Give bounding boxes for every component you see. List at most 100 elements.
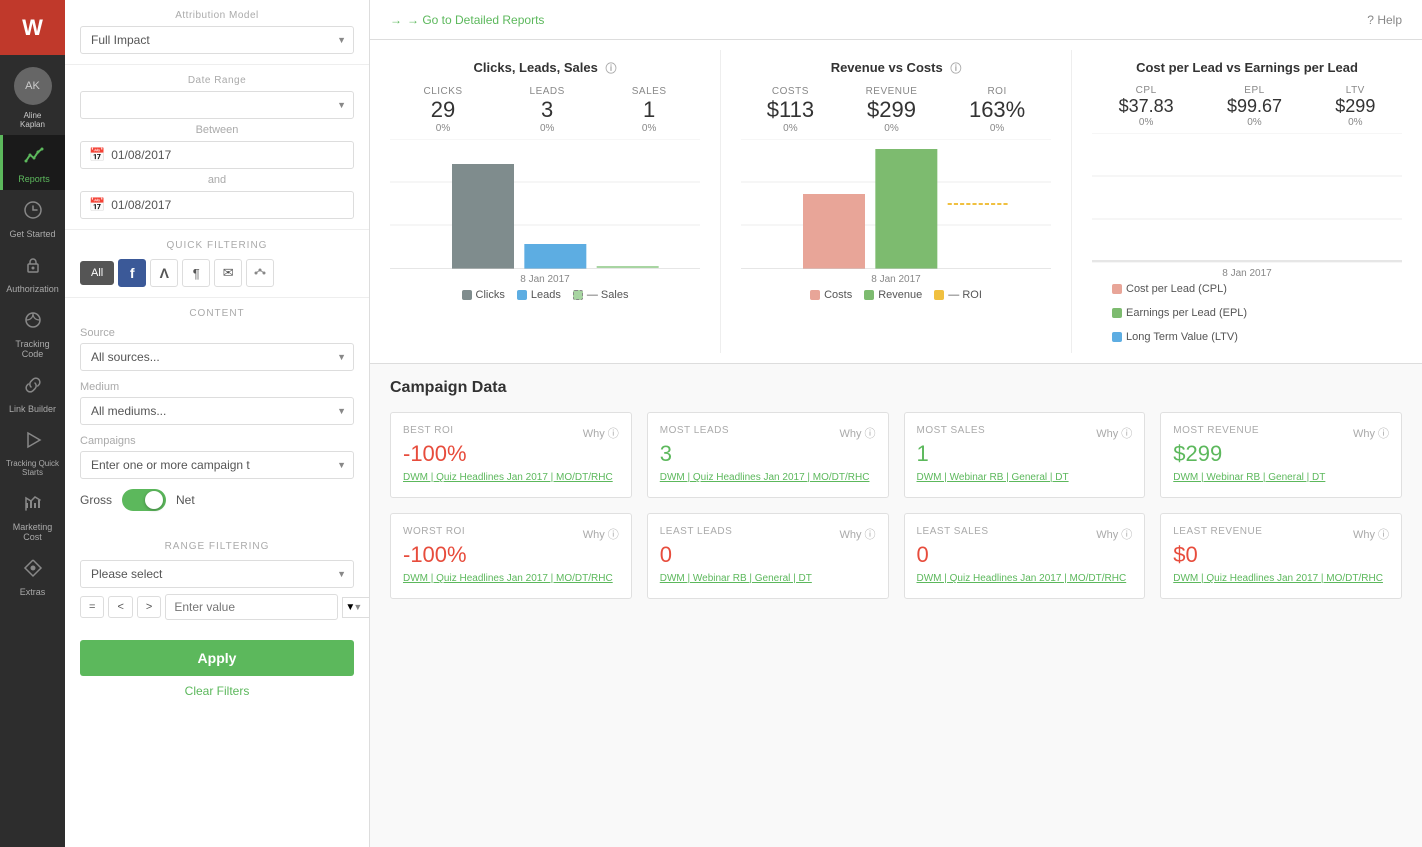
sales-pct: 0%: [632, 123, 667, 134]
most-revenue-why[interactable]: Why ⓘ: [1353, 425, 1389, 441]
go-to-reports-link[interactable]: → → Go to Detailed Reports: [390, 13, 544, 27]
attribution-model-select[interactable]: Full Impact: [80, 26, 354, 54]
apply-button[interactable]: Apply: [80, 640, 354, 676]
clicks-value: 29: [423, 97, 462, 123]
least-revenue-why[interactable]: Why ⓘ: [1353, 526, 1389, 542]
medium-select[interactable]: All mediums...: [80, 397, 354, 425]
legend-dot-cpl: [1112, 284, 1122, 294]
campaign-area: Campaign Data BEST ROI Why ⓘ -100% DWM |…: [370, 364, 1422, 847]
stat-roi: ROI 163% 0%: [969, 86, 1025, 134]
best-roi-label: BEST ROI: [403, 425, 454, 436]
campaigns-select[interactable]: Enter one or more campaign t: [80, 451, 354, 479]
roi-value: 163%: [969, 97, 1025, 123]
ltv-value: $299: [1335, 96, 1375, 117]
range-row: = < > ▼: [80, 594, 354, 620]
most-sales-desc[interactable]: DWM | Webinar RB | General | DT: [917, 471, 1133, 485]
sidebar-item-link-builder[interactable]: Link Builder: [0, 365, 65, 420]
nav-user[interactable]: AK AlineKaplan: [0, 55, 65, 135]
date-to-input[interactable]: [111, 198, 345, 212]
sidebar-item-extras[interactable]: Extras: [0, 548, 65, 603]
quick-filtering-section: QUICK FILTERING All f Λ ¶ ✉: [65, 230, 369, 298]
least-sales-desc[interactable]: DWM | Quiz Headlines Jan 2017 | MO/DT/RH…: [917, 572, 1133, 586]
link-builder-icon: [23, 375, 43, 400]
extras-icon: [23, 558, 43, 583]
qf-btn-facebook[interactable]: f: [118, 259, 146, 287]
range-eq-btn[interactable]: =: [80, 596, 104, 618]
least-leads-why[interactable]: Why ⓘ: [839, 526, 875, 542]
most-leads-why[interactable]: Why ⓘ: [839, 425, 875, 441]
epl-label: EPL: [1227, 85, 1282, 96]
sales-label: SALES: [632, 86, 667, 97]
clicks-label: CLICKS: [423, 86, 462, 97]
stat-leads: LEADS 3 0%: [530, 86, 565, 134]
sidebar-item-marketing-cost[interactable]: Marketing Cost: [0, 483, 65, 548]
range-select[interactable]: Please select: [80, 560, 354, 588]
sidebar-item-authorization[interactable]: Authorization: [0, 245, 65, 300]
most-revenue-value: $299: [1173, 441, 1389, 467]
legend-revenue: Revenue: [864, 289, 922, 301]
clicks-pct: 0%: [423, 123, 462, 134]
info-icon-2[interactable]: ⓘ: [950, 63, 961, 75]
legend-costs: Costs: [810, 289, 852, 301]
top-bar: → → Go to Detailed Reports ? Help: [370, 0, 1422, 40]
best-roi-desc[interactable]: DWM | Quiz Headlines Jan 2017 | MO/DT/RH…: [403, 471, 619, 485]
gross-net-toggle[interactable]: [122, 489, 166, 511]
worst-roi-why[interactable]: Why ⓘ: [583, 526, 619, 542]
least-sales-label: LEAST SALES: [917, 526, 989, 537]
chart1-date: 8 Jan 2017: [390, 274, 700, 285]
sidebar-item-tracking-code[interactable]: Tracking Code: [0, 300, 65, 365]
and-label: and: [80, 174, 354, 186]
chart3-legend: Cost per Lead (CPL) Earnings per Lead (E…: [1092, 283, 1402, 343]
legend-dot-clicks: [462, 290, 472, 300]
help-icon: ?: [1367, 13, 1374, 27]
most-sales-why[interactable]: Why ⓘ: [1096, 425, 1132, 441]
nav-authorization-label: Authorization: [6, 284, 59, 294]
qf-btn-email[interactable]: ✉: [214, 259, 242, 287]
help-link[interactable]: ? Help: [1367, 13, 1402, 27]
range-gt-btn[interactable]: >: [137, 596, 161, 618]
legend-dot-revenue: [864, 290, 874, 300]
attribution-model-section: Attribution Model Full Impact: [65, 0, 369, 65]
toggle-knob: [145, 491, 163, 509]
chart-panel-revenue: Revenue vs Costs ⓘ COSTS $113 0% REVENUE…: [721, 50, 1072, 353]
sidebar-item-reports[interactable]: Reports: [0, 135, 65, 190]
source-select[interactable]: All sources...: [80, 343, 354, 371]
range-lt-btn[interactable]: <: [108, 596, 132, 618]
range-extra-select[interactable]: ▼: [342, 597, 370, 618]
worst-roi-desc[interactable]: DWM | Quiz Headlines Jan 2017 | MO/DT/RH…: [403, 572, 619, 586]
content-label: CONTENT: [80, 308, 354, 319]
epl-value: $99.67: [1227, 96, 1282, 117]
chart2-legend: Costs Revenue — ROI: [741, 289, 1051, 301]
least-leads-desc[interactable]: DWM | Webinar RB | General | DT: [660, 572, 876, 586]
revenue-pct: 0%: [866, 123, 918, 134]
info-icon-1[interactable]: ⓘ: [605, 63, 616, 75]
charts-area: Clicks, Leads, Sales ⓘ CLICKS 29 0% LEAD…: [370, 40, 1422, 364]
legend-leads: Leads: [517, 289, 561, 301]
qf-btn-wordpress[interactable]: ¶: [182, 259, 210, 287]
reports-icon: [24, 145, 44, 170]
sales-value: 1: [632, 97, 667, 123]
legend-dot-ltv: [1112, 332, 1122, 342]
worst-roi-label: WORST ROI: [403, 526, 465, 537]
chart-title-1: Clicks, Leads, Sales ⓘ: [390, 60, 700, 76]
date-from-input[interactable]: [111, 148, 345, 162]
clear-filters-link[interactable]: Clear Filters: [65, 676, 369, 706]
most-revenue-desc[interactable]: DWM | Webinar RB | General | DT: [1173, 471, 1389, 485]
date-range-select[interactable]: [80, 91, 354, 119]
sidebar-item-get-started[interactable]: Get Started: [0, 190, 65, 245]
card-most-sales: MOST SALES Why ⓘ 1 DWM | Webinar RB | Ge…: [904, 412, 1146, 498]
least-sales-why[interactable]: Why ⓘ: [1096, 526, 1132, 542]
qf-btn-adwords[interactable]: Λ: [150, 259, 178, 287]
medium-label: Medium: [80, 381, 354, 393]
chart-panel-clicks: Clicks, Leads, Sales ⓘ CLICKS 29 0% LEAD…: [370, 50, 721, 353]
revenue-label: REVENUE: [866, 86, 918, 97]
qf-btn-all[interactable]: All: [80, 261, 114, 285]
most-leads-desc[interactable]: DWM | Quiz Headlines Jan 2017 | MO/DT/RH…: [660, 471, 876, 485]
qf-btn-other[interactable]: [246, 259, 274, 287]
least-revenue-desc[interactable]: DWM | Quiz Headlines Jan 2017 | MO/DT/RH…: [1173, 572, 1389, 586]
least-leads-label: LEAST LEADS: [660, 526, 733, 537]
source-wrapper: All sources...: [80, 343, 354, 371]
sidebar-item-tracking-quick-starts[interactable]: Tracking Quick Starts: [0, 420, 65, 483]
range-value-input[interactable]: [165, 594, 338, 620]
best-roi-why[interactable]: Why ⓘ: [583, 425, 619, 441]
